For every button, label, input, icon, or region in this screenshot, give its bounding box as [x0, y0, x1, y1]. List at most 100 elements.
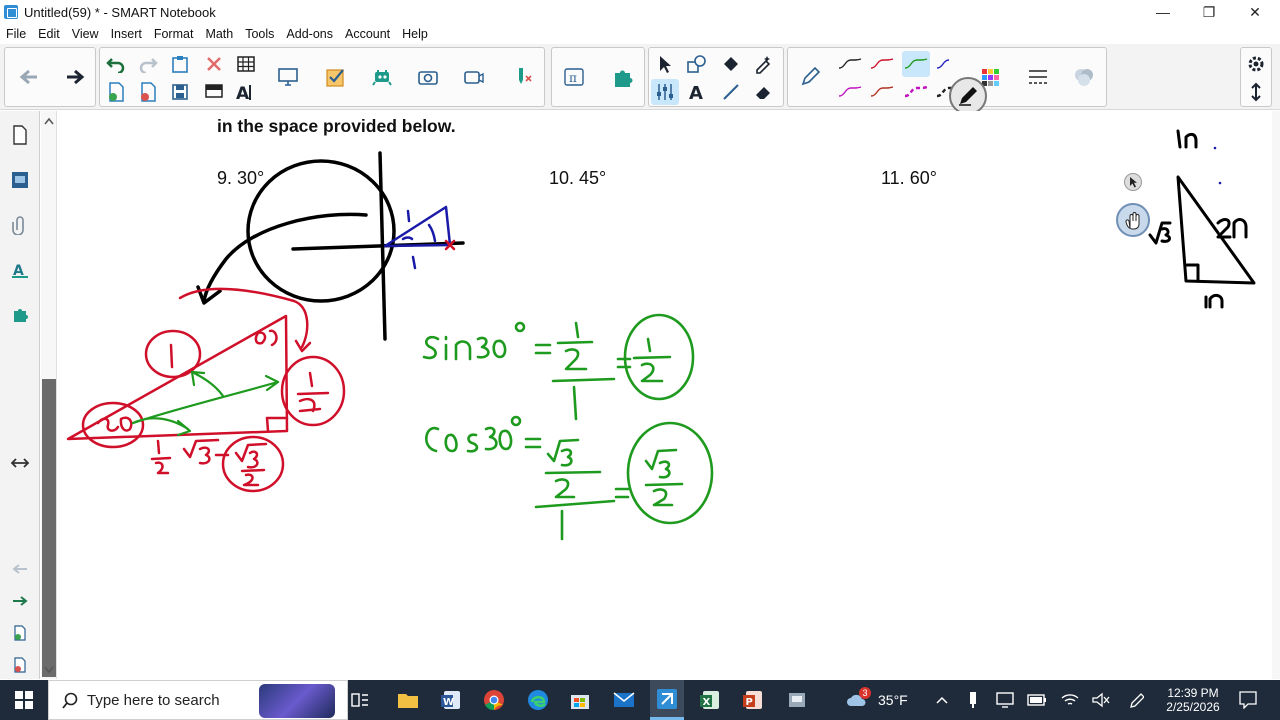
resize-sidebar-handle[interactable]	[8, 451, 32, 475]
page-sorter-tab[interactable]	[8, 123, 32, 147]
document-camera-button[interactable]	[460, 64, 488, 90]
pen-settings-button[interactable]	[949, 77, 987, 115]
delete-button[interactable]	[200, 51, 228, 77]
pen-tray-icon[interactable]	[1124, 688, 1148, 712]
sidebar-delete-page-button[interactable]	[8, 653, 32, 677]
hand-cursor-indicator[interactable]	[1116, 203, 1150, 237]
whiteboard-canvas[interactable]: in the space provided below. 9. 30° 10. …	[58, 111, 1272, 679]
connect-pens-button[interactable]	[508, 64, 536, 90]
app-button[interactable]	[785, 688, 809, 712]
edge-button[interactable]	[526, 688, 550, 712]
menu-view[interactable]: View	[66, 27, 105, 41]
display-button[interactable]	[274, 64, 302, 90]
restore-button[interactable]: ❐	[1186, 0, 1232, 24]
file-explorer-button[interactable]	[396, 688, 420, 712]
redo-button[interactable]	[134, 51, 162, 77]
delete-page-icon	[141, 82, 156, 102]
weather-widget[interactable]: 3 35°F	[845, 680, 908, 720]
show-hidden-icons-button[interactable]	[930, 688, 954, 712]
screen-capture-button[interactable]	[414, 64, 442, 90]
mail-button[interactable]	[612, 688, 636, 712]
excel-button[interactable]: X	[698, 688, 722, 712]
magic-pen-tool[interactable]	[749, 51, 777, 77]
menu-help[interactable]: Help	[396, 27, 434, 41]
display-tray-icon[interactable]	[993, 688, 1017, 712]
gallery-tab[interactable]	[8, 168, 32, 192]
network-tray-icon[interactable]	[1058, 688, 1082, 712]
text-tools-button[interactable]: A	[232, 79, 260, 105]
taskbar-clock[interactable]: 12:39 PM 2/25/2026	[1160, 680, 1226, 720]
ink-layer	[66, 129, 1256, 541]
add-page-icon	[109, 82, 124, 102]
pen-style-darkred[interactable]	[868, 79, 896, 105]
eraser-tool[interactable]	[749, 79, 777, 105]
pen-style-dashed-magenta[interactable]	[902, 79, 930, 105]
pen-connect-icon	[519, 68, 532, 84]
pen-style-magenta[interactable]	[836, 79, 864, 105]
close-button[interactable]: ✕	[1232, 0, 1278, 24]
screen-shade-button[interactable]	[200, 79, 228, 105]
menu-format[interactable]: Format	[148, 27, 200, 41]
menu-insert[interactable]: Insert	[105, 27, 148, 41]
pen-style-red[interactable]	[868, 51, 896, 77]
menu-addons[interactable]: Add-ons	[280, 27, 339, 41]
menu-math[interactable]: Math	[199, 27, 239, 41]
cursor-icon	[1130, 177, 1137, 188]
attachments-tab[interactable]	[8, 213, 32, 237]
notifications-button[interactable]	[1236, 688, 1260, 712]
shapes-tool[interactable]	[683, 51, 711, 77]
volume-tray-icon[interactable]	[1089, 688, 1113, 712]
right-scrollbar[interactable]	[1272, 111, 1280, 679]
word-button[interactable]: W	[439, 688, 463, 712]
response-button[interactable]	[368, 64, 396, 90]
taskbar-search-box[interactable]: Type here to search	[48, 680, 348, 720]
battery-tray-icon[interactable]	[1025, 688, 1049, 712]
properties-tab[interactable]: A	[8, 258, 32, 282]
powerpoint-button[interactable]: P	[741, 688, 765, 712]
line-tool[interactable]	[717, 79, 745, 105]
activity-builder-button[interactable]	[322, 64, 350, 90]
menu-file[interactable]: File	[0, 27, 32, 41]
math-tools-button[interactable]: π	[560, 64, 588, 90]
move-toolbar-button[interactable]	[1242, 79, 1270, 105]
menu-account[interactable]: Account	[339, 27, 396, 41]
sidebar-previous-button[interactable]	[8, 557, 32, 581]
vertical-scrollbar[interactable]	[41, 111, 57, 679]
menu-edit[interactable]: Edit	[32, 27, 66, 41]
start-button[interactable]	[12, 688, 36, 712]
task-view-button[interactable]	[348, 688, 372, 712]
scrollbar-thumb[interactable]	[42, 379, 56, 677]
pen-style-green[interactable]	[902, 51, 930, 77]
properties-tool[interactable]	[651, 79, 679, 105]
arrow-left-icon	[12, 564, 27, 574]
sidebar-add-page-button[interactable]	[8, 621, 32, 645]
undo-button[interactable]	[102, 51, 130, 77]
fill-tool[interactable]	[717, 51, 745, 77]
pen-style-black[interactable]	[836, 51, 864, 77]
fill-effects-button[interactable]	[1070, 64, 1098, 90]
next-page-button[interactable]	[61, 64, 89, 90]
settings-button[interactable]	[1242, 51, 1270, 77]
table-button[interactable]	[232, 51, 260, 77]
pen-tool[interactable]	[796, 64, 824, 90]
text-tool[interactable]: A	[683, 79, 711, 105]
pen-style-blue[interactable]	[934, 51, 962, 77]
minimize-button[interactable]: —	[1140, 0, 1186, 24]
addons-button[interactable]	[608, 64, 636, 90]
line-style-button[interactable]	[1024, 64, 1052, 90]
delete-page-button[interactable]	[134, 79, 162, 105]
smart-notebook-taskbar-button[interactable]	[650, 680, 684, 720]
usb-tray-icon[interactable]	[961, 688, 985, 712]
addons-tab[interactable]	[8, 303, 32, 327]
add-page-button[interactable]	[102, 79, 130, 105]
menu-tools[interactable]: Tools	[239, 27, 280, 41]
save-button[interactable]	[166, 79, 194, 105]
previous-page-button[interactable]	[15, 64, 43, 90]
pen-stroke-icon	[838, 58, 862, 69]
sidebar-next-button[interactable]	[8, 589, 32, 613]
select-tool[interactable]	[651, 51, 679, 77]
chrome-button[interactable]	[482, 688, 506, 712]
paste-button[interactable]	[166, 51, 194, 77]
select-cursor-indicator[interactable]	[1124, 173, 1142, 191]
store-button[interactable]	[568, 688, 592, 712]
